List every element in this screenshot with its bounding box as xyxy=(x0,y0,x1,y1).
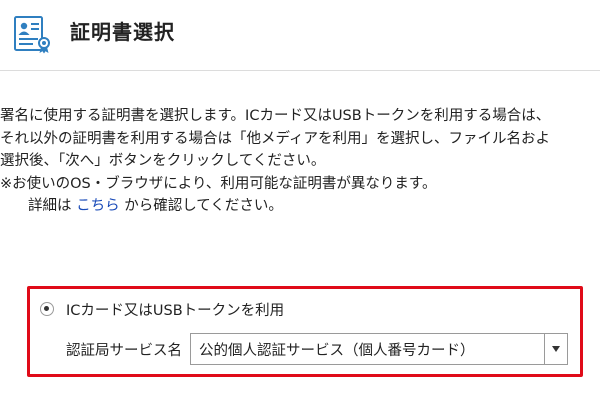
radio-selected-dot xyxy=(44,306,49,311)
service-select[interactable]: 公的個人認証サービス（個人番号カード） xyxy=(190,333,568,365)
detail-line: 詳細は こちら から確認してください。 xyxy=(0,195,600,218)
certificate-icon xyxy=(13,16,57,54)
ic-card-radio-option[interactable]: ICカード又はUSBトークンを利用 xyxy=(40,299,284,319)
description-text: 署名に使用する証明書を選択します。ICカード又はUSBトークンを利用する場合は、… xyxy=(0,105,600,218)
ic-card-radio-button[interactable] xyxy=(40,302,54,316)
description-line: 署名に使用する証明書を選択します。ICカード又はUSBトークンを利用する場合は、 xyxy=(0,108,551,124)
detail-suffix: から確認してください。 xyxy=(119,198,283,214)
description-line: 選択後、「次へ」ボタンをクリックしてください。 xyxy=(0,153,326,169)
ic-card-option-box: ICカード又はUSBトークンを利用 認証局サービス名 公的個人認証サービス（個人… xyxy=(27,286,583,377)
service-row: 認証局サービス名 公的個人認証サービス（個人番号カード） xyxy=(66,333,568,365)
service-name-label: 認証局サービス名 xyxy=(66,342,182,359)
chevron-down-icon[interactable] xyxy=(544,334,567,364)
details-link[interactable]: こちら xyxy=(76,198,120,214)
description-note: ※お使いのOS・ブラウザにより、利用可能な証明書が異なります。 xyxy=(0,175,437,192)
page-header: 証明書選択 xyxy=(0,0,600,71)
service-select-value[interactable]: 公的個人認証サービス（個人番号カード） xyxy=(191,339,544,360)
page-title: 証明書選択 xyxy=(70,20,175,44)
detail-prefix: 詳細は xyxy=(28,198,77,214)
description-line: それ以外の証明書を利用する場合は「他メディアを利用」を選択し、ファイル名およ xyxy=(0,130,550,147)
ic-card-radio-label[interactable]: ICカード又はUSBトークンを利用 xyxy=(66,299,284,320)
